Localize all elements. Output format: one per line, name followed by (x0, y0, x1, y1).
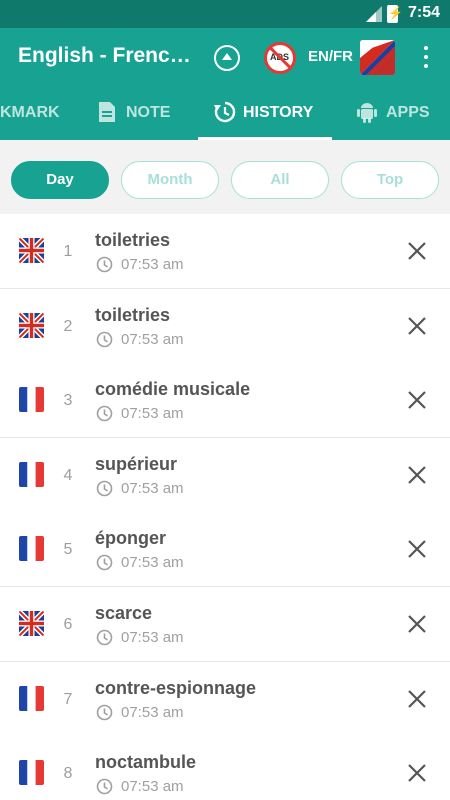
tab-history[interactable]: HISTORY (198, 88, 332, 140)
tab-label: APPS (386, 104, 430, 121)
clock-icon (96, 778, 113, 795)
history-word: scarce (95, 603, 153, 623)
clock-icon (96, 555, 113, 571)
clock-icon (96, 331, 113, 347)
france-flag-icon (19, 387, 44, 413)
tab-bookmark[interactable]: KMARK (0, 88, 60, 140)
more-options-icon[interactable] (420, 44, 432, 72)
history-index: 2 (63, 317, 73, 335)
history-row[interactable]: 2 toiletries 07:53 am (0, 288, 450, 364)
history-time: 07:53 am (121, 405, 184, 423)
history-icon (214, 101, 236, 123)
filter-month-chip[interactable]: Month (121, 161, 219, 199)
tab-label: KMARK (0, 104, 60, 121)
delete-icon[interactable] (406, 240, 428, 262)
note-icon (99, 102, 115, 122)
history-index: 8 (63, 765, 73, 783)
history-word: contre-espionnage (95, 677, 257, 698)
france-flag-icon (19, 760, 44, 786)
clock-icon (96, 704, 113, 720)
remove-ads-button[interactable]: ADS (264, 42, 296, 74)
tab-bar: KMARK NOTE HISTORY APPS (0, 88, 450, 140)
battery-icon: ⚡ (387, 5, 403, 23)
app-title: English - French… (18, 44, 198, 67)
history-word: noctambule (95, 752, 197, 773)
status-bar: ⚡ 7:54 (0, 0, 450, 28)
history-time: 07:53 am (121, 629, 184, 646)
france-flag-icon (19, 685, 44, 711)
history-row[interactable]: 7 contre-espionnage 07:53 am (0, 661, 450, 737)
clock-icon (96, 629, 113, 646)
history-index: 1 (63, 243, 73, 260)
history-row[interactable]: 8 noctambule 07:53 am (0, 736, 450, 800)
delete-icon[interactable] (406, 464, 428, 486)
filter-bar: Day Month All Top (0, 140, 450, 214)
history-word: toiletries (95, 230, 171, 250)
filter-top-chip[interactable]: Top (341, 161, 439, 199)
android-icon (357, 103, 377, 123)
history-index: 5 (63, 541, 73, 559)
delete-icon[interactable] (406, 613, 428, 635)
language-pair-button[interactable]: EN/FR (308, 48, 353, 65)
signal-icon (366, 6, 382, 22)
history-word: supérieur (95, 453, 178, 474)
history-time: 07:53 am (121, 703, 184, 721)
history-index: 6 (63, 616, 73, 633)
history-time: 07:53 am (121, 778, 184, 796)
delete-icon[interactable] (406, 688, 428, 710)
delete-icon[interactable] (406, 315, 428, 337)
filter-day-chip[interactable]: Day (11, 161, 109, 199)
tab-apps[interactable]: APPS (346, 88, 450, 140)
history-word: éponger (95, 528, 167, 549)
history-index: 7 (63, 690, 73, 708)
delete-icon[interactable] (406, 762, 428, 784)
history-word: comédie musicale (95, 379, 251, 400)
uk-flag-icon (19, 611, 44, 636)
history-list[interactable]: 1 toiletries 07:53 am 2 toiletries 07:53 am 3 c… (0, 214, 450, 800)
history-time: 07:53 am (121, 330, 184, 348)
history-time: 07:53 am (121, 479, 184, 497)
france-flag-icon (19, 536, 44, 562)
ads-label: ADS (270, 52, 290, 62)
clock-icon (96, 256, 113, 273)
history-row[interactable]: 6 scarce 07:53 am (0, 587, 450, 662)
history-index: 4 (63, 466, 73, 484)
language-flag-icon (360, 40, 395, 75)
tab-note[interactable]: NOTE (82, 88, 192, 140)
history-row[interactable]: 1 toiletries 07:53 am (0, 214, 450, 289)
history-row[interactable]: 3 comédie musicale 07:53 am (0, 363, 450, 439)
delete-icon[interactable] (406, 389, 428, 411)
clock-icon (96, 405, 113, 422)
scroll-up-button[interactable] (214, 45, 240, 71)
history-time: 07:53 am (121, 554, 184, 572)
tab-label: NOTE (126, 104, 171, 121)
history-row[interactable]: 5 éponger 07:53 am (0, 512, 450, 588)
clock-icon (96, 480, 113, 497)
history-word: toiletries (95, 304, 171, 325)
app-bar: English - French… ADS EN/FR (0, 28, 450, 88)
history-index: 3 (63, 392, 73, 410)
history-row[interactable]: 4 supérieur 07:53 am (0, 437, 450, 513)
uk-flag-icon (19, 312, 44, 338)
swap-language-flag-button[interactable] (360, 40, 395, 75)
france-flag-icon (19, 461, 44, 487)
uk-flag-icon (19, 238, 44, 263)
status-clock: 7:54 (407, 4, 440, 21)
tab-label: HISTORY (243, 104, 314, 121)
filter-all-chip[interactable]: All (231, 161, 329, 199)
history-time: 07:53 am (121, 256, 184, 273)
delete-icon[interactable] (406, 538, 428, 560)
